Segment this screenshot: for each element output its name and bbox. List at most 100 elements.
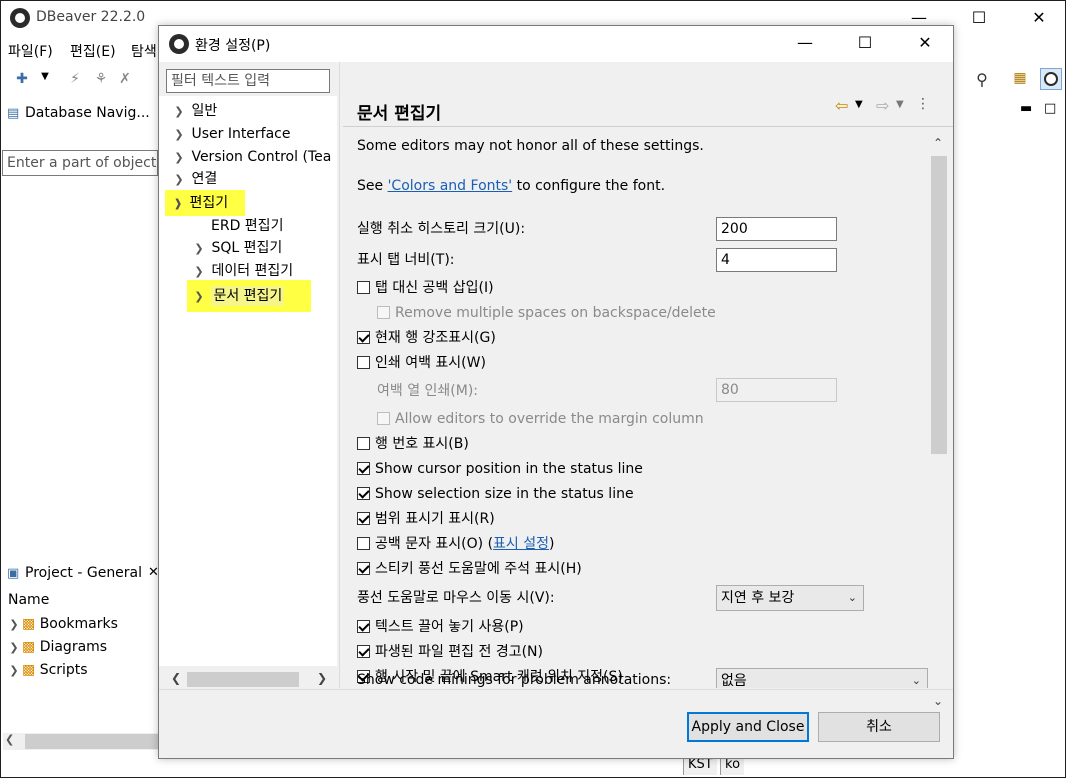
drag-drop-option[interactable]: 텍스트 끌어 놓기 사용(P) xyxy=(357,615,524,640)
margin-column-input[interactable]: 80 xyxy=(716,378,837,402)
menu-navigate[interactable]: 탐색 xyxy=(131,41,157,61)
line-numbers-option[interactable]: 행 번호 표시(B) xyxy=(357,432,469,457)
line-numbers-checkbox[interactable] xyxy=(357,437,370,450)
tree-item-version-control[interactable]: ❯ Version Control (Tea xyxy=(171,146,331,168)
whitespace-checkbox[interactable] xyxy=(357,537,370,550)
font-hint: See 'Colors and Fonts' to configure the … xyxy=(357,178,666,194)
print-margin-checkbox[interactable] xyxy=(357,356,370,369)
hover-mouse-select[interactable]: 지연 후 보강 ⌄ xyxy=(716,585,864,611)
connect-icon[interactable]: ⚡ xyxy=(66,71,84,87)
tree-hscrollbar[interactable]: ❮ ❯ xyxy=(159,669,337,689)
code-minings-select[interactable]: 없음 ⌄ xyxy=(716,668,928,688)
cursor-position-checkbox[interactable] xyxy=(357,462,370,475)
tree-item-user-interface[interactable]: ❯ User Interface xyxy=(171,123,290,145)
derived-warning-option[interactable]: 파생된 파일 편집 전 경고(N) xyxy=(357,640,543,665)
project-item[interactable]: ❯ ▩ Scripts xyxy=(6,659,87,681)
forward-arrow-icon[interactable]: ⇨ xyxy=(876,96,889,115)
spaces-for-tabs-option[interactable]: 탭 대신 공백 삽입(I) xyxy=(357,276,494,301)
dbeaver-perspective-icon[interactable] xyxy=(1040,68,1062,90)
tree-item-erd-editor[interactable]: ERD 편집기 xyxy=(211,215,283,237)
chevron-left-icon[interactable]: ❮ xyxy=(5,733,14,746)
chevron-right-icon: ❯ xyxy=(9,664,19,677)
chevron-down-icon[interactable]: ⌄ xyxy=(933,694,943,708)
project-tab[interactable]: Project - General xyxy=(25,565,142,581)
disconnect-icon[interactable]: ⚘ xyxy=(92,71,110,87)
code-minings-label: Show code minings for problem annotation… xyxy=(357,672,672,688)
highlight-line-option[interactable]: 현재 행 강조표시(G) xyxy=(357,326,496,351)
tab-width-input[interactable]: 4 xyxy=(716,248,837,272)
menu-edit[interactable]: 편집(E) xyxy=(70,41,116,61)
print-margin-option[interactable]: 인쇄 여백 표시(W) xyxy=(357,351,486,376)
dialog-title: 환경 설정(P) xyxy=(195,38,271,54)
remove-spaces-option[interactable]: Remove multiple spaces on backspace/dele… xyxy=(377,301,716,326)
tree-item-editors[interactable]: ❱ 편집기 xyxy=(165,190,245,216)
allow-override-margin-checkbox[interactable] xyxy=(377,412,390,425)
chevron-right-icon: ❯ xyxy=(174,173,184,186)
cancel-button[interactable]: 취소 xyxy=(818,712,940,742)
cursor-position-option[interactable]: Show cursor position in the status line xyxy=(357,457,643,482)
menu-file[interactable]: 파일(F) xyxy=(8,41,53,61)
maximize-icon[interactable]: ☐ xyxy=(845,26,885,60)
tree-item-connections[interactable]: ❯ 연결 xyxy=(171,168,217,190)
navigator-tab[interactable]: Database Navig... xyxy=(25,105,150,121)
new-connection-icon[interactable]: ✚ xyxy=(12,71,32,87)
colors-and-fonts-link[interactable]: 'Colors and Fonts' xyxy=(388,178,513,194)
maximize-view-icon[interactable]: □ xyxy=(1044,101,1056,116)
derived-warning-checkbox[interactable] xyxy=(357,645,370,658)
highlight-line-checkbox[interactable] xyxy=(357,331,370,344)
apply-and-close-button[interactable]: Apply and Close xyxy=(687,712,809,742)
minimize-view-icon[interactable]: ▬ xyxy=(1020,101,1032,116)
range-indicator-checkbox[interactable] xyxy=(357,512,370,525)
dialog-titlebar: 환경 설정(P) — ☐ ✕ xyxy=(159,26,953,62)
chevron-right-icon[interactable]: ❯ xyxy=(317,671,327,685)
chevron-down-icon: ⌄ xyxy=(847,591,857,604)
chevron-right-icon: ❯ xyxy=(174,105,184,118)
tree-item-general[interactable]: ❯ 일반 xyxy=(171,100,217,122)
tree-item-data-editor[interactable]: ❯ 데이터 편집기 xyxy=(191,260,293,282)
hover-mouse-label: 풍선 도움말로 마우스 이동 시(V): xyxy=(357,590,555,606)
chevron-down-icon[interactable]: ▼ xyxy=(896,99,904,110)
filter-input[interactable] xyxy=(166,69,330,93)
title-divider xyxy=(343,126,953,127)
tree-item-text-editor[interactable]: ❯ 문서 편집기 xyxy=(187,280,311,312)
view-menu-icon[interactable]: ⋮ xyxy=(916,96,930,112)
scrollbar-thumb[interactable] xyxy=(187,672,299,687)
tree-item-sql-editor[interactable]: ❯ SQL 편집기 xyxy=(191,237,282,259)
chevron-down-icon[interactable]: ▼ xyxy=(38,71,52,82)
allow-override-margin-option[interactable]: Allow editors to override the margin col… xyxy=(377,407,704,432)
project-item[interactable]: ❯ ▩ Diagrams xyxy=(6,636,107,658)
sticky-hover-checkbox[interactable] xyxy=(357,562,370,575)
scrollbar-thumb[interactable] xyxy=(931,156,947,454)
whitespace-settings-link[interactable]: 표시 설정 xyxy=(493,536,549,552)
sticky-hover-option[interactable]: 스티키 풍선 도움말에 주석 표시(H) xyxy=(357,557,582,582)
diagrams-icon: ▩ xyxy=(22,639,36,655)
search-icon[interactable]: ⚲ xyxy=(972,70,992,89)
selection-size-checkbox[interactable] xyxy=(357,487,370,500)
chevron-up-icon[interactable]: ⌃ xyxy=(933,136,943,150)
spaces-for-tabs-checkbox[interactable] xyxy=(357,281,370,294)
drag-drop-checkbox[interactable] xyxy=(357,620,370,633)
maximize-icon[interactable]: ☐ xyxy=(959,1,999,35)
chevron-left-icon[interactable]: ❮ xyxy=(171,671,181,685)
remove-spaces-checkbox[interactable] xyxy=(377,306,390,319)
range-indicator-option[interactable]: 범위 표시기 표시(R) xyxy=(357,507,495,532)
chevron-right-icon: ❯ xyxy=(174,128,184,141)
selection-size-option[interactable]: Show selection size in the status line xyxy=(357,482,634,507)
chevron-down-icon[interactable]: ▼ xyxy=(855,99,863,110)
close-icon[interactable]: ✕ xyxy=(1019,1,1059,35)
invalidate-icon[interactable]: ✗ xyxy=(116,71,134,87)
navigator-search-input[interactable]: Enter a part of object xyxy=(2,150,158,176)
main-window-title: DBeaver 22.2.0 xyxy=(36,9,146,25)
project-item[interactable]: ❯ ▩ Bookmarks xyxy=(6,613,118,635)
scrollbar-thumb[interactable] xyxy=(25,734,158,749)
open-perspective-icon[interactable]: ▦ xyxy=(1010,70,1030,86)
back-arrow-icon[interactable]: ⇦ xyxy=(835,96,848,115)
project-hscrollbar[interactable]: ❮ xyxy=(3,733,158,750)
dbeaver-logo-icon xyxy=(10,8,30,28)
minimize-icon[interactable]: — xyxy=(785,26,825,60)
undo-history-input[interactable]: 200 xyxy=(716,217,837,241)
close-icon[interactable]: ✕ xyxy=(905,26,945,60)
whitespace-option[interactable]: 공백 문자 표시(O) (표시 설정) xyxy=(357,532,555,557)
settings-vscrollbar[interactable]: ⌃ ⌄ xyxy=(929,128,949,708)
chevron-right-icon: ❯ xyxy=(194,242,204,255)
